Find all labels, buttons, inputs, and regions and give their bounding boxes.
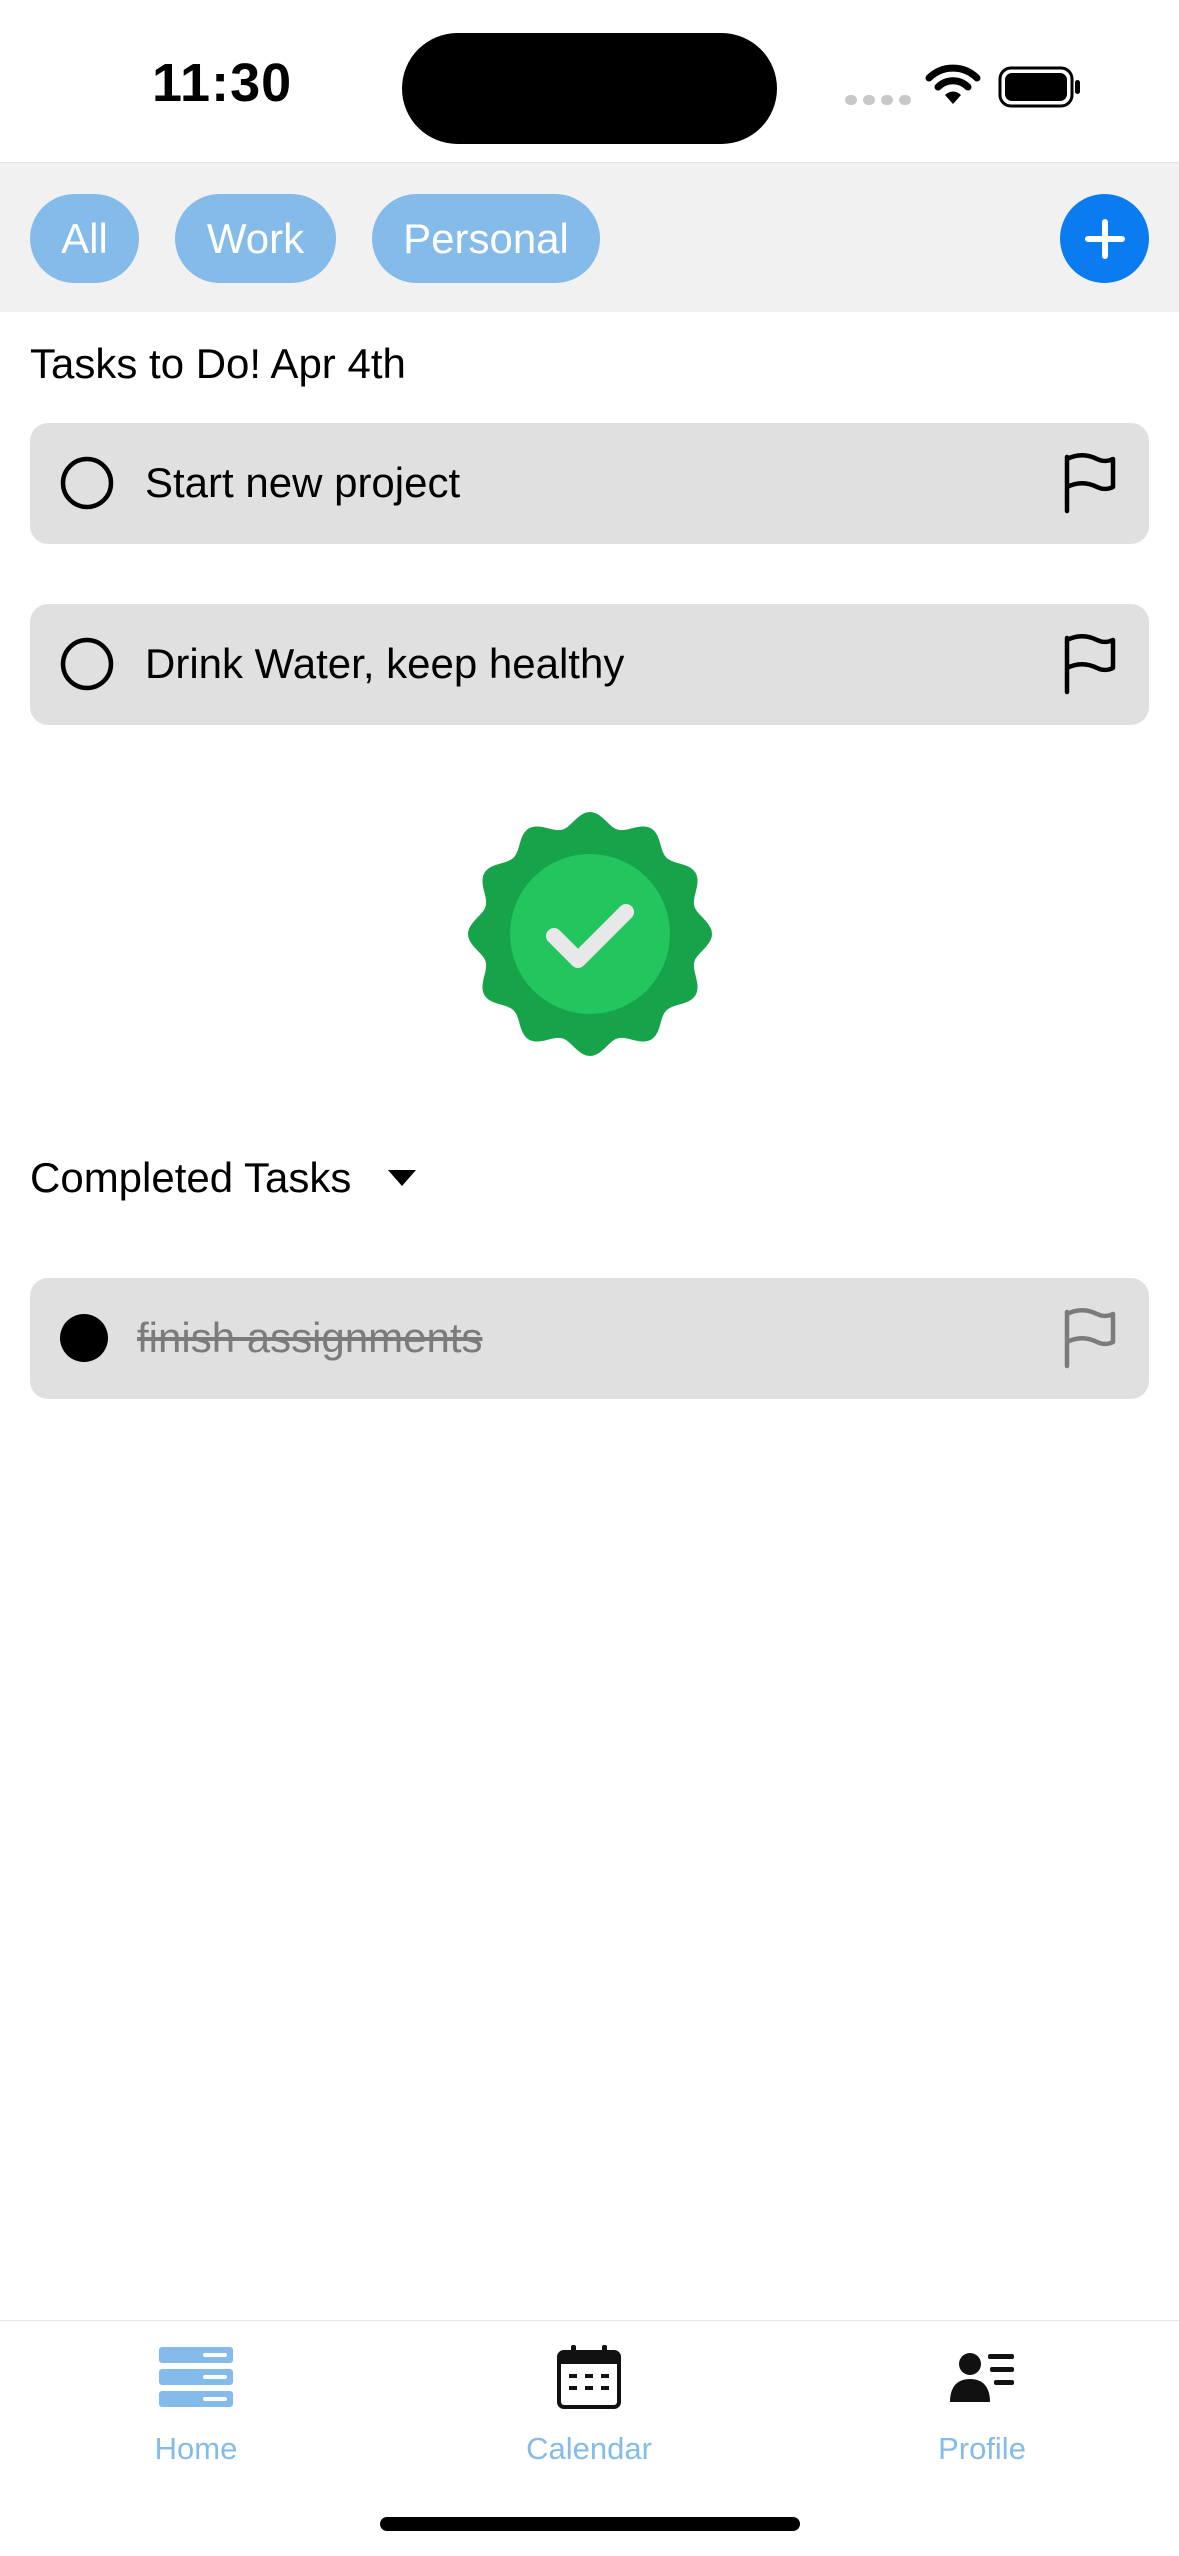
flag-icon[interactable]: [1059, 1306, 1119, 1370]
task-label: finish assignments: [137, 1314, 483, 1361]
cellular-signal-icon: [845, 95, 911, 105]
completed-tasks-label: Completed Tasks: [30, 1154, 352, 1201]
task-checkbox[interactable]: [60, 456, 114, 510]
flag-icon[interactable]: [1059, 451, 1119, 515]
wifi-icon: [925, 64, 981, 104]
tab-calendar-label: Calendar: [526, 2431, 652, 2466]
plus-icon: [1084, 218, 1125, 259]
page-title: Tasks to Do! Apr 4th: [30, 340, 406, 387]
filter-bar: All Work Personal: [0, 162, 1179, 312]
task-card[interactable]: Start new project: [30, 423, 1149, 544]
task-label: Start new project: [145, 459, 461, 506]
app-screen: 11:30 All Work Personal Tasks to Do! Apr…: [0, 0, 1179, 2556]
task-checkbox-checked[interactable]: [60, 1314, 108, 1362]
task-label: Drink Water, keep healthy: [145, 640, 625, 687]
completed-tasks-toggle[interactable]: Completed Tasks: [30, 1154, 418, 1202]
tab-calendar[interactable]: Calendar: [469, 2341, 709, 2491]
calendar-icon: [557, 2345, 621, 2409]
filter-chip-work[interactable]: Work: [175, 194, 336, 283]
tab-profile-label: Profile: [938, 2431, 1026, 2466]
dynamic-island: [402, 33, 777, 144]
filter-chip-personal[interactable]: Personal: [372, 194, 600, 283]
tab-home-label: Home: [154, 2431, 238, 2466]
status-time: 11:30: [152, 53, 293, 113]
verified-badge-icon: [468, 812, 712, 1056]
add-task-button[interactable]: [1060, 194, 1149, 283]
home-stack-icon: [159, 2347, 233, 2407]
task-checkbox[interactable]: [60, 637, 114, 691]
home-indicator: [380, 2517, 800, 2531]
status-bar: 11:30: [0, 0, 1179, 162]
caret-down-icon: [388, 1170, 417, 1186]
tab-profile[interactable]: Profile: [862, 2341, 1102, 2491]
flag-icon[interactable]: [1059, 632, 1119, 696]
tab-home[interactable]: Home: [76, 2341, 316, 2491]
filter-chip-all[interactable]: All: [30, 194, 139, 283]
completed-task-card[interactable]: finish assignments: [30, 1278, 1149, 1399]
task-card[interactable]: Drink Water, keep healthy: [30, 604, 1149, 725]
profile-list-icon: [950, 2353, 1014, 2402]
battery-icon: [998, 66, 1080, 108]
